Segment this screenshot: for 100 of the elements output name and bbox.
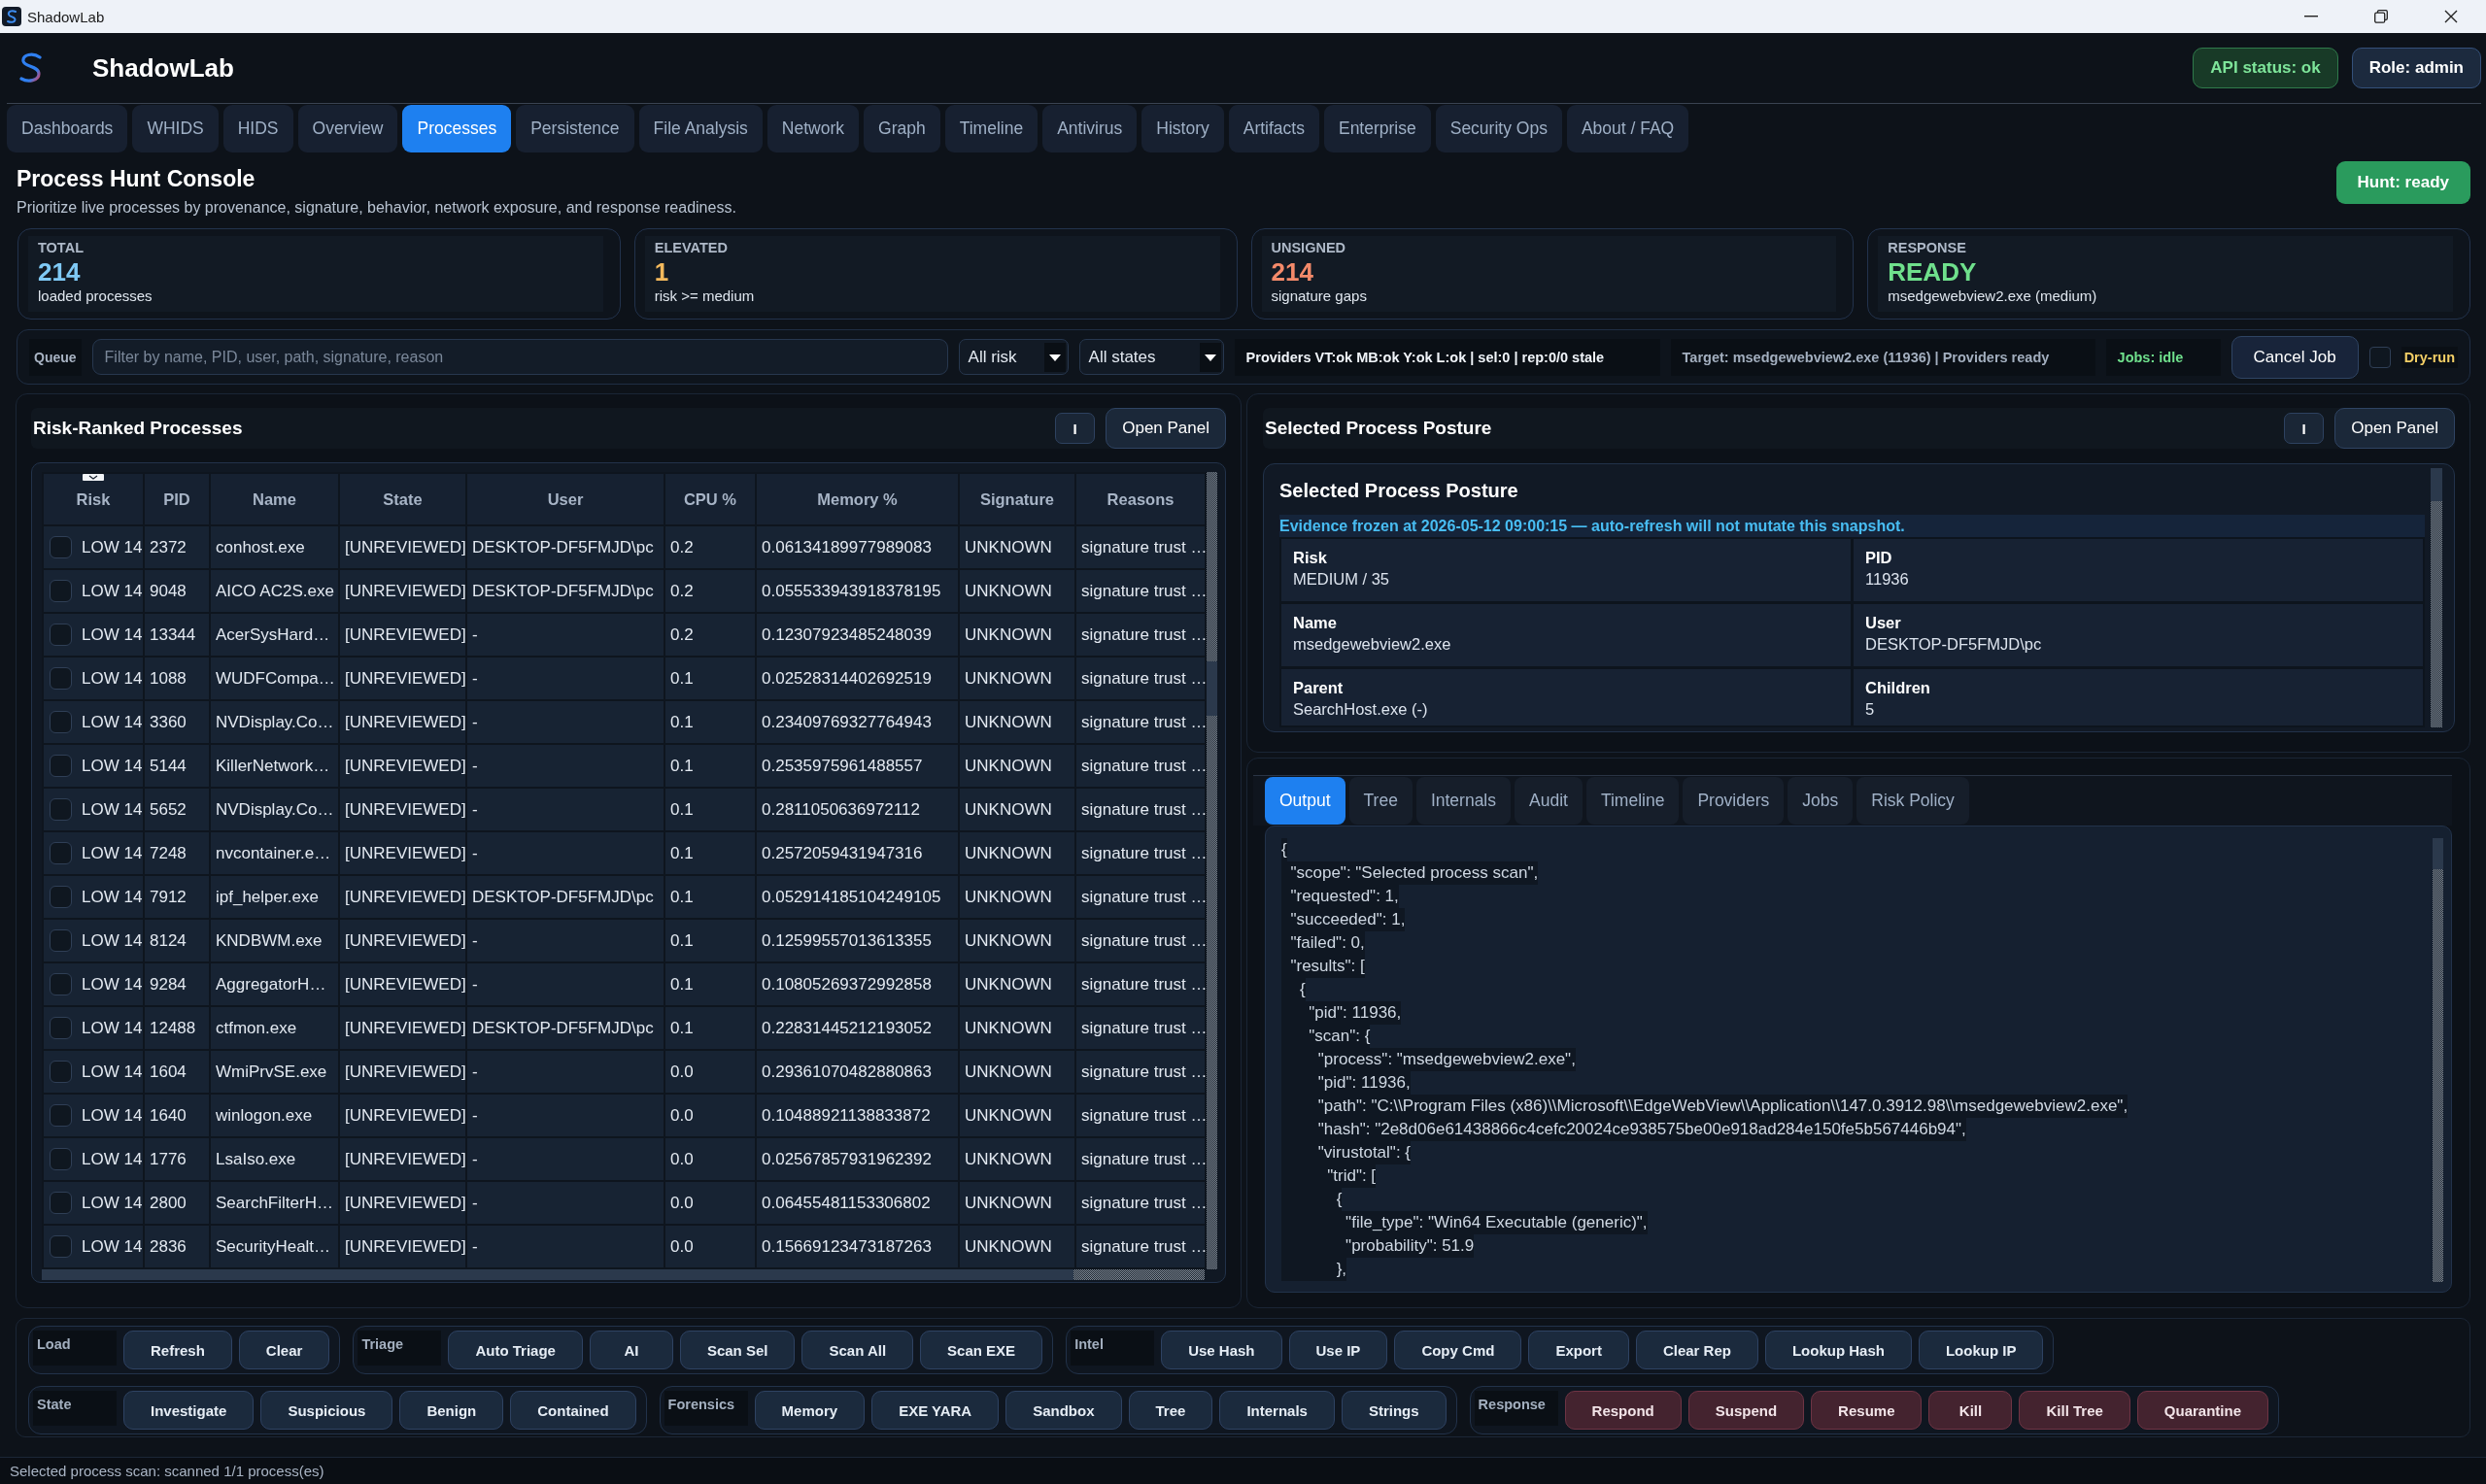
field-value: SearchHost.exe (-) [1293,699,1428,720]
nav-tab[interactable]: About / FAQ [1566,105,1689,152]
column-header[interactable]: Name [210,473,339,525]
column-header[interactable]: PID [144,473,210,525]
row-checkbox[interactable] [50,929,72,952]
detail-tab[interactable]: Output [1265,777,1345,825]
action-button[interactable]: Memory [754,1391,866,1430]
group-label: Response [1474,1391,1558,1426]
detail-tab[interactable]: Tree [1348,777,1413,825]
detail-tab[interactable]: Jobs [1788,777,1854,825]
action-button[interactable]: Strings [1341,1391,1447,1430]
action-button[interactable]: Auto Triage [448,1331,583,1369]
toggle-button[interactable]: I [1055,413,1096,444]
action-button[interactable]: Scan Sel [679,1331,796,1369]
row-checkbox[interactable] [50,667,72,690]
filter-select[interactable]: All states [1078,339,1224,375]
row-checkbox[interactable] [50,886,72,908]
nav-tab[interactable]: Antivirus [1042,105,1138,152]
row-checkbox[interactable] [50,973,72,995]
detail-tab[interactable]: Providers [1683,777,1785,825]
row-checkbox[interactable] [50,755,72,777]
dry-run-checkbox[interactable] [2368,346,2391,368]
nav-tab[interactable]: History [1141,105,1224,152]
nav-tab[interactable]: Dashboards [7,105,128,152]
stat-value: 1 [654,257,669,287]
action-button[interactable]: Clear [238,1331,330,1369]
nav-tab[interactable]: File Analysis [638,105,763,152]
toggle-button[interactable]: I [2284,413,2325,444]
action-button[interactable]: Sandbox [1005,1391,1122,1430]
action-button[interactable]: Respond [1564,1391,1682,1430]
column-header[interactable]: Memory % [756,473,959,525]
action-button[interactable]: Contained [510,1391,636,1430]
nav-tab[interactable]: HIDS [222,105,293,152]
horizontal-scrollbar[interactable] [42,1269,1205,1280]
action-button[interactable]: Suspend [1687,1391,1805,1430]
cancel-job-button[interactable]: Cancel Job [2231,335,2359,379]
action-button[interactable]: Suspicious [260,1391,393,1430]
hunt-status-button[interactable]: Hunt: ready [2335,161,2470,204]
nav-tab[interactable]: WHIDS [132,105,219,152]
action-button[interactable]: EXE YARA [871,1391,1000,1430]
row-checkbox[interactable] [50,1148,72,1170]
action-button[interactable]: Benign [399,1391,504,1430]
action-button[interactable]: Export [1528,1331,1629,1369]
action-button[interactable]: Copy Cmd [1394,1331,1522,1369]
column-header[interactable]: State [339,473,466,525]
row-checkbox[interactable] [50,1192,72,1214]
table-cell: 0.0 [664,1181,756,1225]
nav-tab[interactable]: Overview [297,105,398,152]
nav-tab[interactable]: Timeline [944,105,1039,152]
detail-tab[interactable]: Audit [1515,777,1583,825]
action-button[interactable]: Resume [1811,1391,1923,1430]
vertical-scrollbar[interactable] [1207,472,1217,1269]
open-panel-button[interactable]: Open Panel [2334,408,2455,449]
open-panel-button[interactable]: Open Panel [1106,408,1226,449]
filter-field[interactable]: Filter by name, PID, user, path, signature, reason [91,339,948,375]
action-button[interactable]: Quarantine [2136,1391,2268,1430]
action-button[interactable]: Use IP [1288,1331,1388,1369]
nav-tab[interactable]: Enterprise [1323,105,1431,152]
column-header[interactable]: Signature [959,473,1075,525]
vertical-scrollbar[interactable] [2433,838,2443,1282]
detail-tab[interactable]: Risk Policy [1856,777,1969,825]
nav-tab[interactable]: Graph [864,105,940,152]
row-checkbox[interactable] [50,711,72,733]
column-header[interactable]: CPU % [664,473,756,525]
filter-select[interactable]: All risk [958,339,1069,375]
action-button[interactable]: Clear Rep [1635,1331,1758,1369]
table-cell: DESKTOP-DF5FMJD\pc [466,1006,664,1050]
action-button[interactable]: Refresh [123,1331,232,1369]
vertical-scrollbar[interactable] [2431,468,2442,727]
row-checkbox[interactable] [50,1104,72,1127]
row-checkbox[interactable] [50,842,72,864]
row-checkbox[interactable] [50,1017,72,1039]
action-button[interactable]: Kill Tree [2019,1391,2130,1430]
action-button[interactable]: AI [589,1331,673,1369]
action-button[interactable]: Scan EXE [920,1331,1043,1369]
table-cell: signature trust … [1075,962,1206,1006]
nav-tab[interactable]: Network [766,105,860,152]
action-button[interactable]: Scan All [801,1331,914,1369]
nav-tab[interactable]: Persistence [516,105,634,152]
row-checkbox[interactable] [50,798,72,821]
row-checkbox[interactable] [50,1235,72,1258]
action-button[interactable]: Kill [1928,1391,2013,1430]
detail-tab[interactable]: Internals [1415,777,1511,825]
column-header[interactable]: User [466,473,664,525]
nav-tab[interactable]: Security Ops [1435,105,1562,152]
action-button[interactable]: Use Hash [1161,1331,1282,1369]
action-button[interactable]: Internals [1219,1391,1335,1430]
column-header[interactable]: Risk [43,473,144,525]
row-checkbox[interactable] [50,624,72,646]
nav-tab[interactable]: Artifacts [1228,105,1319,152]
action-button[interactable]: Investigate [123,1391,255,1430]
action-button[interactable]: Tree [1128,1391,1213,1430]
row-checkbox[interactable] [50,1061,72,1083]
column-header[interactable]: Reasons [1075,473,1206,525]
row-checkbox[interactable] [50,580,72,602]
action-button[interactable]: Lookup IP [1918,1331,2044,1369]
nav-tab[interactable]: Processes [402,105,512,152]
action-button[interactable]: Lookup Hash [1764,1331,1912,1369]
row-checkbox[interactable] [50,536,72,558]
detail-tab[interactable]: Timeline [1585,777,1680,825]
